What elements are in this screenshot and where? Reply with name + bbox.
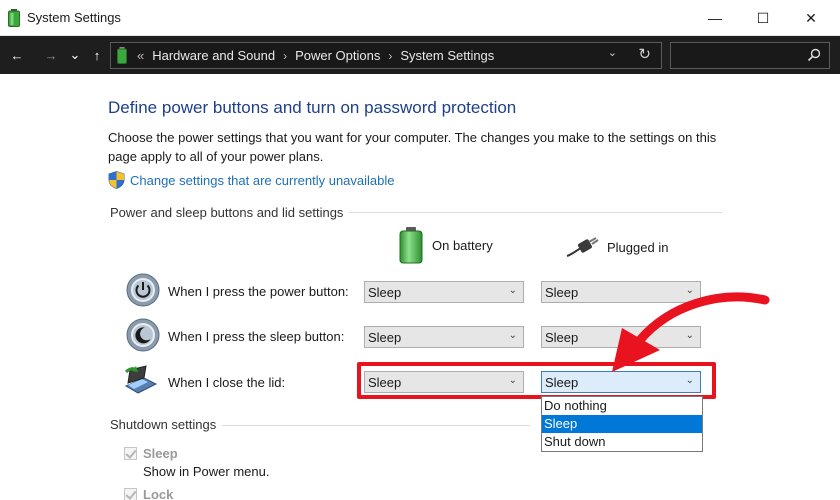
plugged-in-column-header: Plugged in [565, 236, 668, 258]
close-button[interactable]: ✕ [788, 0, 834, 36]
change-settings-link[interactable]: Change settings that are currently unava… [108, 171, 395, 189]
on-battery-label: On battery [432, 237, 493, 253]
search-input[interactable] [670, 42, 830, 69]
sleep-checkbox-description: Show in Power menu. [143, 464, 270, 479]
dropdown-option-sleep[interactable]: Sleep [542, 415, 702, 433]
power-button-icon [126, 273, 160, 307]
breadcrumb-separator[interactable]: › [283, 49, 287, 63]
address-bar[interactable]: « Hardware and Sound › Power Options › S… [110, 42, 662, 69]
sleep-button-battery-select[interactable]: Sleep ⌄ [364, 326, 524, 348]
dropdown-option-do-nothing[interactable]: Do nothing [542, 397, 702, 415]
lock-checkbox[interactable] [124, 488, 137, 500]
window-title: System Settings [27, 10, 121, 25]
sleep-button-plugged-select[interactable]: Sleep ⌄ [541, 326, 701, 348]
on-battery-column-header: On battery [398, 226, 493, 264]
back-button[interactable]: ← [6, 36, 28, 74]
sleep-button-icon [126, 318, 160, 352]
sleep-button-battery-value: Sleep [368, 330, 402, 345]
navigation-bar: ← → ⌄ ↑ « Hardware and Sound › Power Opt… [0, 36, 840, 74]
lock-checkbox-label: Lock [143, 487, 174, 500]
forward-button[interactable]: → [40, 36, 62, 74]
green-battery-icon [399, 227, 423, 264]
breadcrumb-power-options[interactable]: Power Options [295, 48, 380, 63]
sleep-button-label: When I press the sleep button: [168, 329, 345, 344]
section-power-sleep-header: Power and sleep buttons and lid settings [110, 205, 350, 220]
sleep-checkbox-row[interactable]: Sleep [124, 446, 178, 461]
sleep-button-plugged-value: Sleep [545, 330, 579, 345]
laptop-lid-icon [124, 365, 158, 394]
page-title: Define power buttons and turn on passwor… [108, 98, 517, 117]
breadcrumb: « Hardware and Sound › Power Options › S… [137, 48, 494, 63]
up-button[interactable]: ↑ [88, 36, 106, 74]
battery-icon [8, 9, 20, 27]
close-lid-plugged-dropdown-list: Do nothing Sleep Shut down [541, 396, 703, 452]
change-settings-link-text[interactable]: Change settings that are currently unava… [130, 173, 395, 188]
breadcrumb-system-settings[interactable]: System Settings [400, 48, 494, 63]
title-bar: System Settings — ☐ ✕ [0, 0, 840, 36]
power-button-plugged-value: Sleep [545, 285, 579, 300]
power-plug-icon [566, 237, 599, 257]
page-description: Choose the power settings that you want … [108, 130, 717, 164]
section-shutdown-header: Shutdown settings [110, 417, 223, 432]
battery-location-icon [117, 47, 127, 64]
breadcrumb-hardware-and-sound[interactable]: Hardware and Sound [152, 48, 275, 63]
minimize-button[interactable]: — [692, 0, 738, 36]
chevron-down-icon: ⌄ [508, 285, 517, 296]
refresh-button[interactable]: ↻ [638, 45, 651, 63]
sleep-checkbox[interactable] [124, 447, 137, 460]
power-button-label: When I press the power button: [168, 284, 349, 299]
content-area: Define power buttons and turn on passwor… [0, 74, 840, 500]
power-button-plugged-select[interactable]: Sleep ⌄ [541, 281, 701, 303]
breadcrumb-prefix[interactable]: « [137, 48, 144, 63]
power-button-battery-value: Sleep [368, 285, 402, 300]
search-icon[interactable] [807, 48, 821, 62]
lock-checkbox-row[interactable]: Lock [124, 487, 173, 500]
close-lid-label: When I close the lid: [168, 375, 286, 390]
plugged-in-label: Plugged in [607, 239, 669, 255]
power-button-battery-select[interactable]: Sleep ⌄ [364, 281, 524, 303]
chevron-down-icon: ⌄ [685, 330, 694, 341]
dropdown-option-shut-down[interactable]: Shut down [542, 433, 702, 451]
address-dropdown-button[interactable]: ⌄ [608, 46, 617, 59]
breadcrumb-separator[interactable]: › [388, 49, 392, 63]
uac-shield-icon [108, 171, 125, 189]
recent-locations-button[interactable]: ⌄ [66, 36, 84, 74]
chevron-down-icon: ⌄ [508, 330, 517, 341]
highlight-annotation-box [357, 362, 716, 399]
sleep-checkbox-label: Sleep [143, 446, 178, 461]
chevron-down-icon: ⌄ [685, 285, 694, 296]
maximize-button[interactable]: ☐ [740, 0, 786, 36]
